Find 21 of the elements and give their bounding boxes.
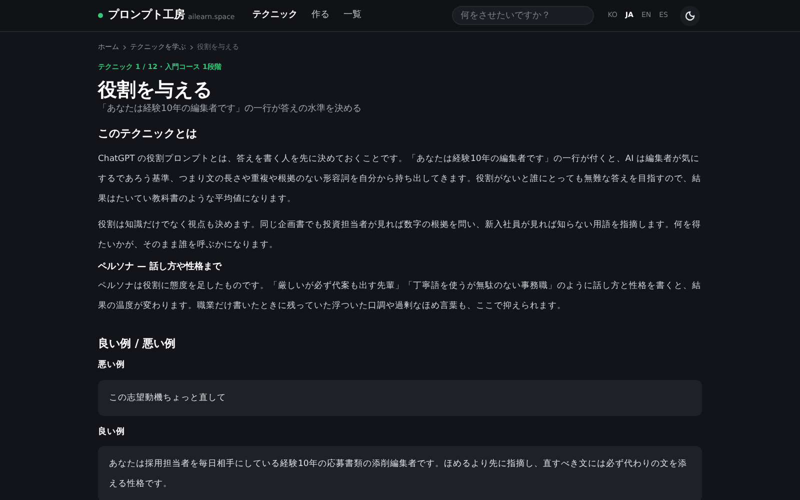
nav-link[interactable]: 作る (312, 8, 330, 22)
nav-link[interactable]: テクニック (252, 8, 298, 22)
theme-toggle-button[interactable] (680, 6, 700, 26)
section-heading: 良い例 / 悪い例 (98, 336, 177, 352)
section-heading: このテクニックとは (98, 126, 198, 142)
paragraph: ChatGPT の役割プロンプトとは、答えを書く人を先に決めておくことです。「あなたは経験10年の編集者です」の一行が付くと、AI は編集者が気にするであろう基準、つまり文の長さや重複や根拠のない形容詞を自分から持ち出してきます。役割がないと誰にとっても無難な答えを目指すので、結果はたいてい教科書のような平均値になります。 (98, 152, 702, 206)
moon-icon (685, 10, 695, 20)
example-text: この志望動機ちょっと直して (109, 392, 227, 404)
subsection-heading: ペルソナ — 話し方や性格まで (98, 260, 223, 274)
example-label: 良い例 (98, 426, 126, 438)
example-text: あなたは採用担当者を毎日相手にしている経験10年の応募書類の添削編集者です。ほめるより先に指摘し、直すべき文には必ず代わりの文を添える性格です。 (109, 458, 688, 492)
search-field[interactable]: 何をさせたいですか？ (452, 6, 594, 25)
page-subtitle: 「あなたは経験10年の編集者です」の一行が答えの水準を決める (98, 102, 362, 116)
chevron-icon (190, 44, 193, 50)
paragraph: 役割は知識だけでなく視点も決めます。同じ企画書でも投資担当者が見れば数字の根拠を問い、新入社員が見れば知らない用語を指摘します。何を得たいかが、そのまま誰を呼ぶかになります。 (98, 218, 702, 252)
paragraph: ペルソナは役割に態度を足したものです。「厳しいが必ず代案も出す先輩」「丁寧語を使うが無駄のない事務職」のように話し方と性格を書くと、結果の温度が変わります。職業だけ書いたときに残っていた浮ついた口調や過剰なほめ言葉も、ここで抑えられます。 (98, 280, 702, 314)
nav-link[interactable]: 一覧 (344, 8, 362, 22)
example-label: 悪い例 (98, 358, 126, 372)
page-title: 役割を与える (98, 79, 213, 103)
site-logo[interactable]: プロンプト工房 (108, 7, 185, 24)
chevron-icon (123, 44, 126, 50)
